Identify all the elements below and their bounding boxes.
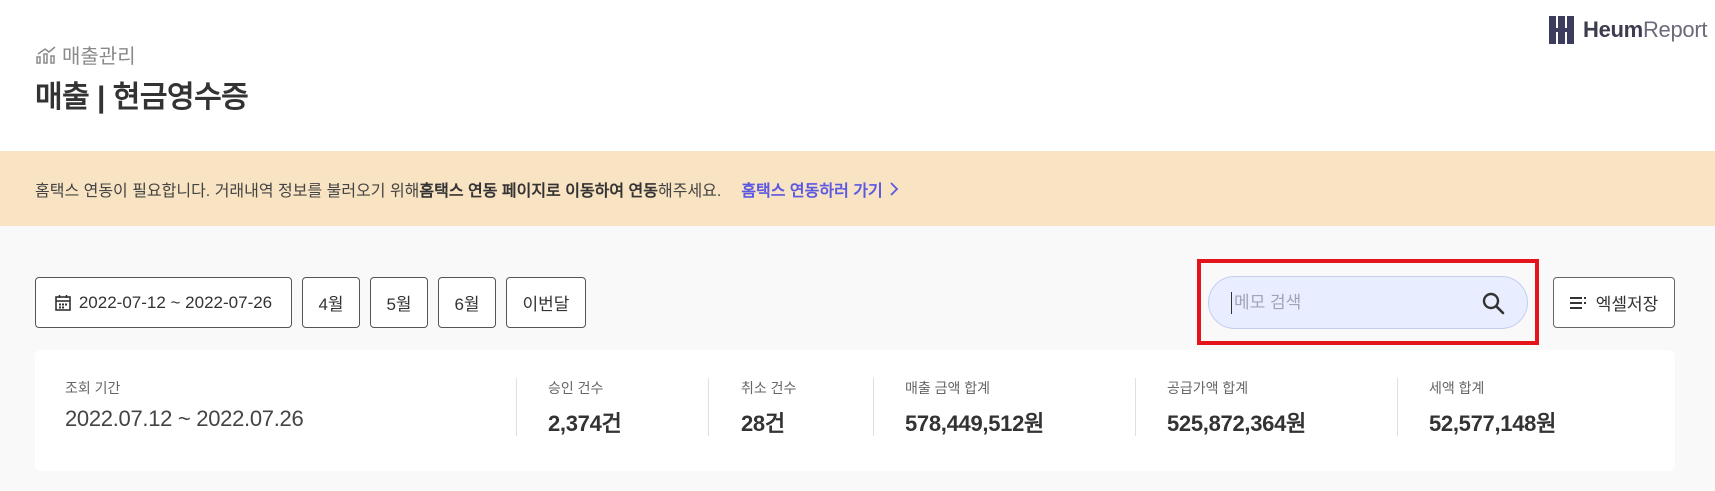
notice-text-prefix: 홈택스 연동이 필요합니다. 거래내역 정보를 불러오기 위해 <box>35 182 420 200</box>
summary-sales-label: 매출 금액 합계 <box>905 380 991 396</box>
page-title: 매출 | 현금영수증 <box>35 81 249 114</box>
logo-text-regular: Report <box>1642 17 1708 42</box>
summary-tax: 세액 합계 52,577,148원 <box>1429 378 1556 438</box>
date-range-value: 2022-07-12 ~ 2022-07-26 <box>78 292 273 312</box>
summary-approved-label: 승인 건수 <box>548 380 604 396</box>
summary-sales: 매출 금액 합계 578,449,512원 <box>905 378 1044 438</box>
summary-tax-value: 52,577,148원 <box>1429 411 1557 436</box>
summary-cancel: 취소 건수 28건 <box>741 378 796 438</box>
summary-cancel-label: 취소 건수 <box>741 380 797 396</box>
breadcrumb-label: 매출관리 <box>62 46 136 68</box>
summary-cancel-value: 28건 <box>741 411 785 436</box>
notice-text-bold: 홈택스 연동 페이지로 이동하여 연동 <box>419 182 658 200</box>
month-button-april[interactable]: 4월 <box>302 277 360 328</box>
heumreport-logo[interactable]: HeumReport <box>1549 16 1707 44</box>
notice-text-suffix: 해주세요. <box>658 182 722 200</box>
summary-divider <box>1397 378 1398 436</box>
summary-approved: 승인 건수 2,374건 <box>548 378 622 438</box>
summary-divider <box>873 378 874 436</box>
memo-search-box[interactable] <box>1208 276 1528 329</box>
summary-supply-value: 525,872,364원 <box>1167 411 1306 436</box>
summary-divider <box>708 378 709 436</box>
summary-divider <box>516 378 517 436</box>
memo-search-input[interactable] <box>1231 291 1481 314</box>
summary-panel: 조회 기간 2022.07.12 ~ 2022.07.26 승인 건수 2,37… <box>35 350 1675 471</box>
month-button-may[interactable]: 5월 <box>370 277 428 328</box>
sales-chart-icon <box>36 45 56 64</box>
month-button-this-month[interactable]: 이번달 <box>506 277 586 328</box>
logo-icon <box>1549 16 1574 44</box>
summary-supply-label: 공급가액 합계 <box>1167 380 1249 396</box>
excel-save-label: 엑셀저장 <box>1595 295 1659 314</box>
summary-tax-label: 세액 합계 <box>1429 380 1485 396</box>
hometax-connect-label: 홈택스 연동하러 가기 <box>741 182 883 200</box>
summary-supply: 공급가액 합계 525,872,364원 <box>1167 378 1306 438</box>
summary-period-value: 2022.07.12 ~ 2022.07.26 <box>65 406 304 431</box>
hometax-connect-link[interactable]: 홈택스 연동하러 가기 <box>741 177 898 201</box>
excel-save-button[interactable]: 엑셀저장 <box>1553 277 1675 328</box>
summary-period: 조회 기간 2022.07.12 ~ 2022.07.26 <box>65 378 304 432</box>
calendar-icon <box>55 295 71 311</box>
date-range-picker[interactable]: 2022-07-12 ~ 2022-07-26 <box>35 277 292 328</box>
hometax-notice-banner: 홈택스 연동이 필요합니다. 거래내역 정보를 불러오기 위해 홈택스 연동 페… <box>0 151 1715 226</box>
chevron-right-icon <box>890 181 898 196</box>
logo-text-bold: Heum <box>1583 17 1643 42</box>
summary-divider <box>1135 378 1136 436</box>
summary-approved-value: 2,374건 <box>548 411 622 436</box>
search-icon[interactable] <box>1481 291 1505 315</box>
breadcrumb: 매출관리 <box>36 40 136 69</box>
page-header: 매출관리 매출 | 현금영수증 HeumReport <box>0 0 1715 151</box>
summary-period-label: 조회 기간 <box>65 380 121 396</box>
list-icon <box>1569 296 1586 309</box>
month-button-june[interactable]: 6월 <box>438 277 496 328</box>
summary-sales-value: 578,449,512원 <box>905 411 1044 436</box>
